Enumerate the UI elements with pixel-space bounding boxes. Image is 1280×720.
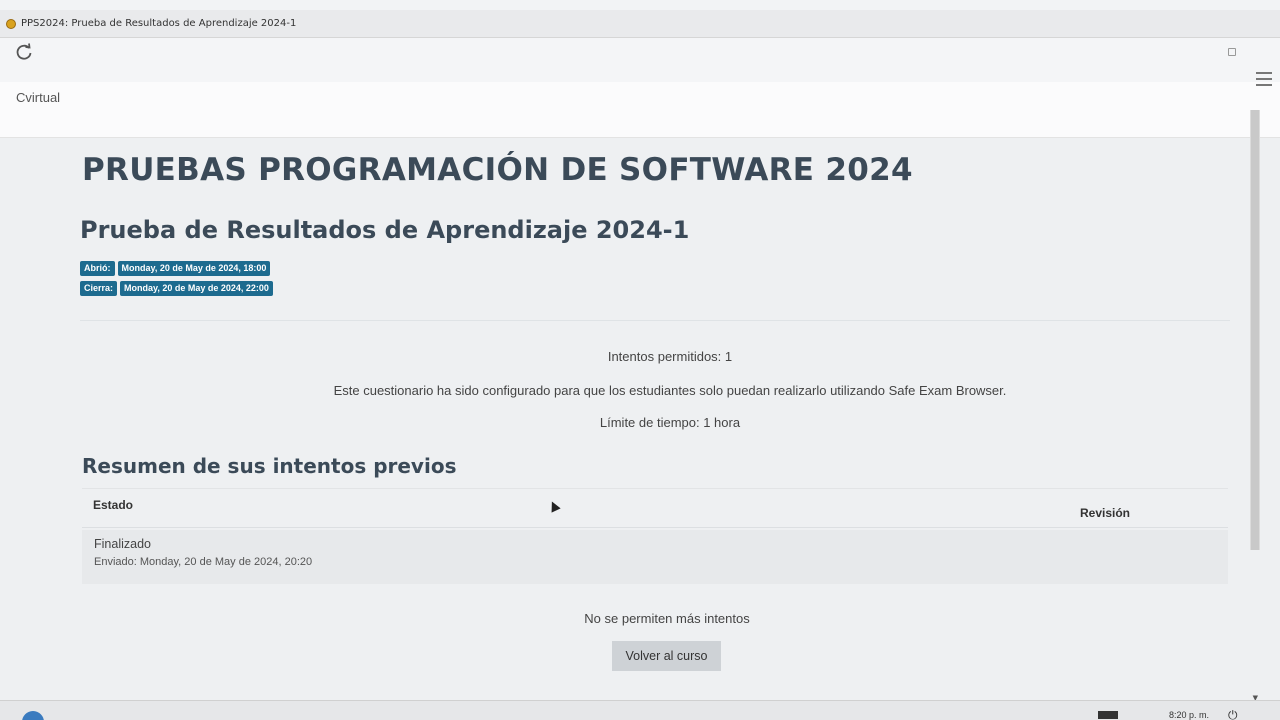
quiz-info-box: Intentos permitidos: 1 Este cuestionario… [80, 320, 1230, 440]
attempts-allowed: Intentos permitidos: 1 [607, 349, 733, 364]
network-icon[interactable] [1098, 711, 1118, 719]
seb-notice: Este cuestionario ha sido configurado pa… [333, 383, 1007, 398]
no-more-attempts-message: No se permiten más intentos [584, 611, 750, 626]
site-navbar: Cvirtual [0, 72, 1280, 138]
table-header: Estado Revisión [82, 488, 1228, 528]
scrollbar-thumb[interactable] [1251, 110, 1259, 550]
hamburger-menu-icon[interactable] [1256, 72, 1272, 86]
open-label-badge: Abrió: [80, 261, 115, 276]
column-header-estado: Estado [93, 498, 134, 512]
reload-button[interactable] [12, 40, 36, 64]
close-label-badge: Cierra: [80, 281, 118, 296]
page-scrollbar[interactable] [1250, 110, 1260, 550]
open-date-row: Abrió: Monday, 20 de May de 2024, 18:00 [80, 261, 271, 276]
close-date-badge: Monday, 20 de May de 2024, 22:00 [120, 281, 273, 296]
reload-icon [16, 43, 32, 60]
attempts-table: Estado Revisión Finalizado Enviado: Mond… [82, 488, 1228, 584]
power-icon[interactable]: ⏻ [1228, 708, 1238, 720]
close-date-row: Cierra: Monday, 20 de May de 2024, 22:00 [80, 281, 273, 296]
safe-exam-browser-icon [6, 18, 16, 29]
open-date-badge: Monday, 20 de May de 2024, 18:00 [117, 261, 271, 276]
site-brand-link[interactable]: Cvirtual [16, 90, 60, 105]
attempt-sent-date: Enviado: Monday, 20 de May de 2024, 20:2… [94, 556, 313, 568]
summary-heading: Resumen de sus intentos previos [82, 454, 457, 478]
main-content: PRUEBAS PROGRAMACIÓN DE SOFTWARE 2024 Pr… [0, 138, 1280, 700]
taskbar-clock: 8:20 p. m. [1169, 710, 1210, 720]
screen: PPS2024: Prueba de Resultados de Aprendi… [0, 0, 1280, 720]
start-button-icon[interactable] [22, 711, 44, 720]
time-limit: Límite de tiempo: 1 hora [599, 415, 741, 430]
window-titlebar: PPS2024: Prueba de Resultados de Aprendi… [0, 10, 1280, 38]
browser-toolbar [0, 38, 1280, 82]
course-title: PRUEBAS PROGRAMACIÓN DE SOFTWARE 2024 [82, 152, 913, 188]
column-header-revision: Revisión [1080, 506, 1131, 520]
table-row: Finalizado Enviado: Monday, 20 de May de… [82, 530, 1228, 584]
attempt-state: Finalizado [94, 537, 151, 551]
quiz-title: Prueba de Resultados de Aprendizaje 2024… [80, 216, 690, 244]
back-to-course-button[interactable]: Volver al curso [612, 641, 721, 671]
window-title: PPS2024: Prueba de Resultados de Aprendi… [21, 18, 297, 29]
restore-icon[interactable] [1228, 48, 1236, 56]
taskbar: 8:20 p. m. ⏻ [0, 700, 1280, 720]
